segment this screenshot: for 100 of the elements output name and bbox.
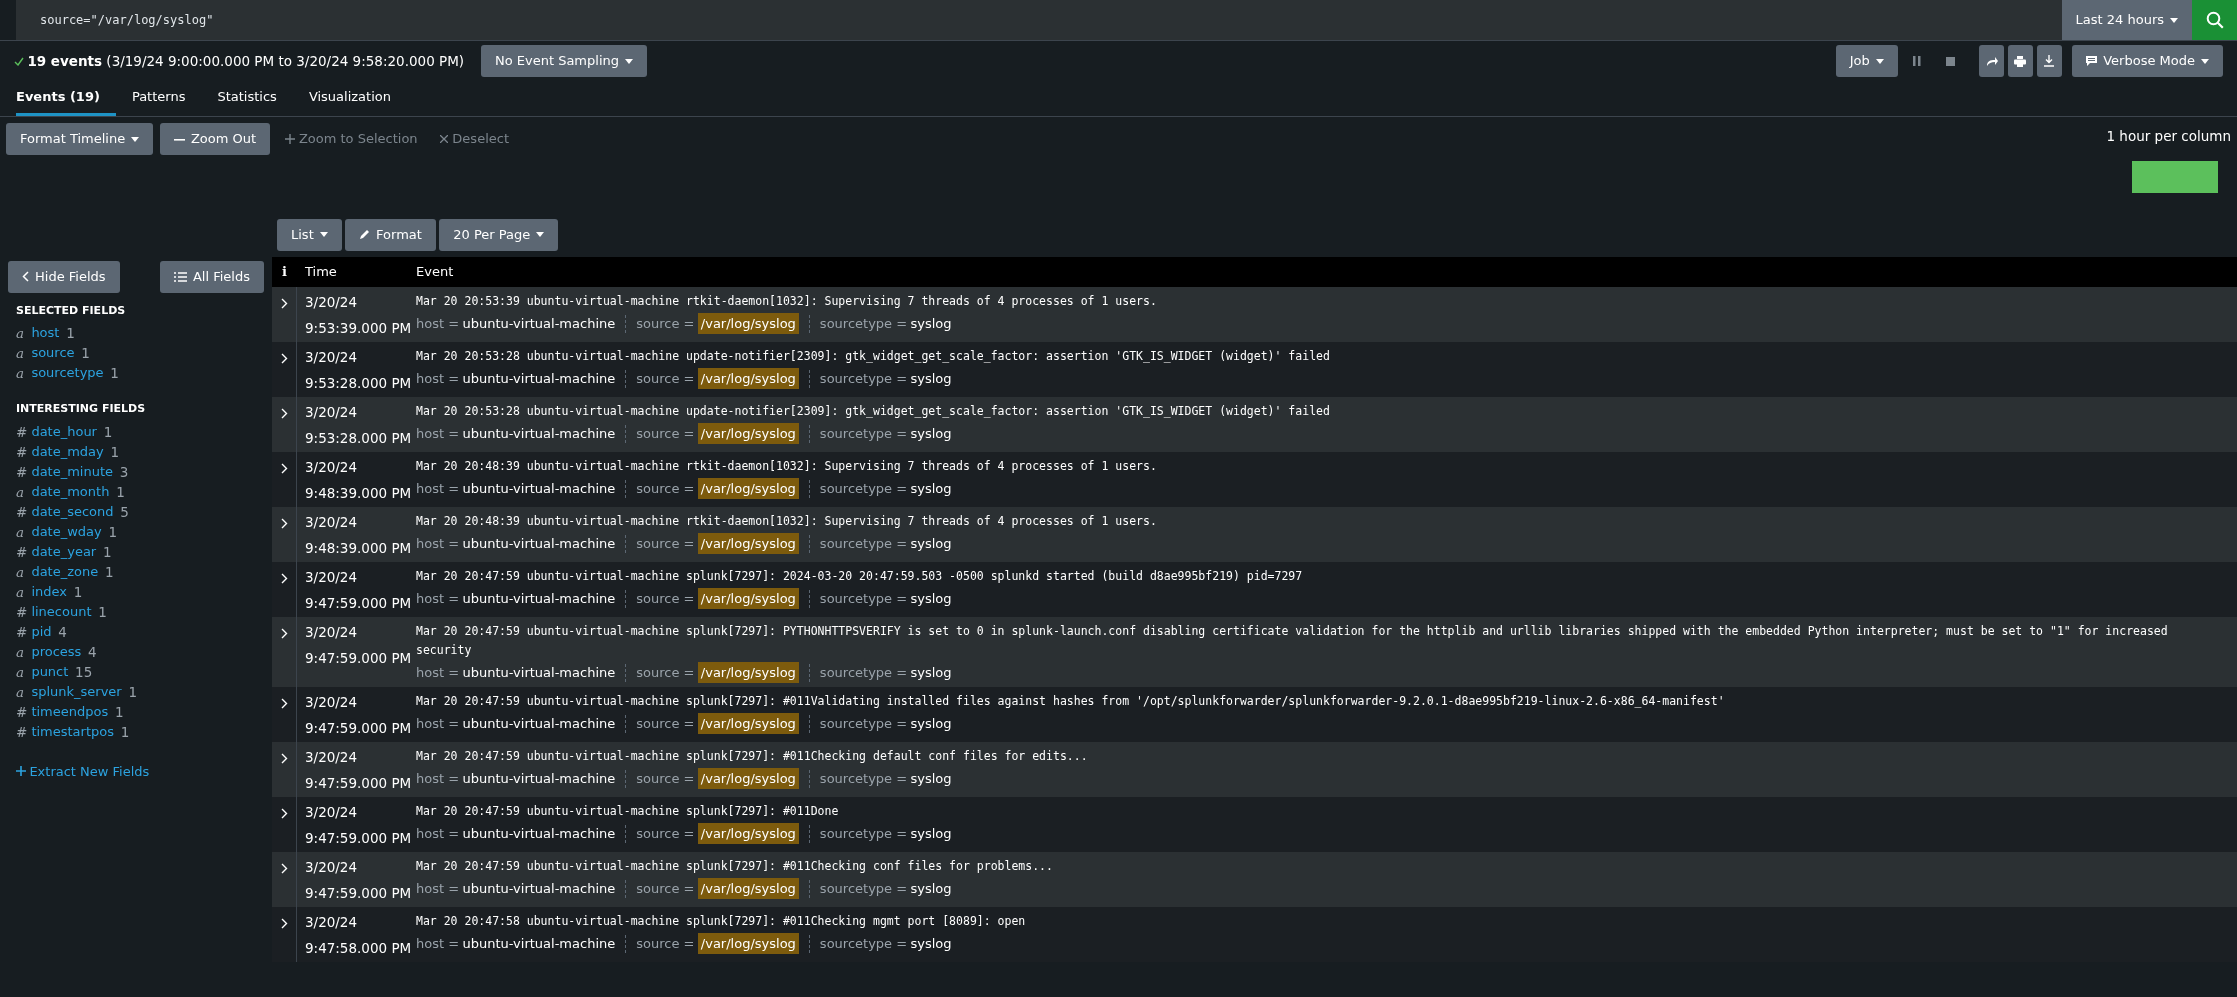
field-value[interactable]: syslog	[910, 533, 952, 554]
field-value[interactable]: syslog	[910, 933, 952, 954]
field-value[interactable]: syslog	[910, 713, 952, 734]
field-value[interactable]: ubuntu-virtual-machine	[462, 478, 616, 499]
field-count: 1	[104, 562, 114, 582]
field-link[interactable]: timestartpos	[31, 721, 114, 742]
field-value[interactable]: /var/log/syslog	[697, 712, 799, 735]
field-value[interactable]: /var/log/syslog	[697, 877, 799, 900]
field-value[interactable]: ubuntu-virtual-machine	[462, 368, 616, 389]
chevron-right-icon[interactable]	[280, 862, 288, 874]
field-value[interactable]: /var/log/syslog	[697, 587, 799, 610]
field-link[interactable]: linecount	[31, 601, 92, 622]
field-value[interactable]: ubuntu-virtual-machine	[462, 588, 616, 609]
print-button[interactable]	[2007, 45, 2034, 77]
tab[interactable]: Visualization	[292, 81, 407, 116]
search-button[interactable]	[2192, 0, 2237, 40]
field-key: sourcetype =	[819, 588, 908, 609]
chevron-right-icon[interactable]	[280, 407, 288, 419]
field-link[interactable]: source	[31, 343, 75, 364]
chevron-right-icon[interactable]	[280, 697, 288, 709]
field-link[interactable]: date_minute	[31, 461, 114, 482]
field-type-indicator: a	[16, 642, 26, 662]
field-key: host =	[416, 313, 460, 334]
field-value[interactable]: /var/log/syslog	[697, 477, 799, 500]
field-value[interactable]: ubuntu-virtual-machine	[462, 823, 616, 844]
field-value[interactable]: syslog	[910, 823, 952, 844]
field-value[interactable]: ubuntu-virtual-machine	[462, 878, 616, 899]
time-range-dropdown[interactable]: Last 24 hours	[2061, 0, 2192, 40]
field-value[interactable]: /var/log/syslog	[697, 367, 799, 390]
chevron-right-icon[interactable]	[280, 752, 288, 764]
event-sampling-dropdown[interactable]: No Event Sampling	[480, 45, 647, 77]
field-type-indicator: a	[16, 324, 26, 344]
field-link[interactable]: date_year	[31, 541, 97, 562]
field-value[interactable]: ubuntu-virtual-machine	[462, 533, 616, 554]
chevron-right-icon[interactable]	[280, 807, 288, 819]
stop-icon[interactable]	[1946, 56, 1956, 66]
hide-fields-button[interactable]: Hide Fields	[8, 260, 120, 293]
field-link[interactable]: splunk_server	[31, 681, 122, 702]
chevron-right-icon[interactable]	[280, 572, 288, 584]
field-value[interactable]: /var/log/syslog	[697, 932, 799, 955]
results-toolbar-button[interactable]: List	[277, 218, 342, 251]
search-mode-dropdown[interactable]: Verbose Mode	[2072, 45, 2223, 77]
results-toolbar-button[interactable]: Format	[345, 218, 436, 251]
field-value[interactable]: ubuntu-virtual-machine	[462, 423, 616, 444]
field-value[interactable]: /var/log/syslog	[697, 422, 799, 445]
field-link[interactable]: date_zone	[31, 561, 99, 582]
field-link[interactable]: date_wday	[31, 521, 102, 542]
field-value[interactable]: syslog	[910, 478, 952, 499]
field-value[interactable]: /var/log/syslog	[697, 532, 799, 555]
field-key: host =	[416, 933, 460, 954]
field-link[interactable]: pid	[31, 621, 52, 642]
field-value[interactable]: ubuntu-virtual-machine	[462, 768, 616, 789]
timeline-button[interactable]: Zoom Out	[159, 123, 271, 155]
field-value[interactable]: syslog	[910, 588, 952, 609]
search-field[interactable]: source="/var/log/syslog"	[16, 0, 2062, 40]
field-value[interactable]: syslog	[910, 878, 952, 899]
field-value[interactable]: /var/log/syslog	[697, 767, 799, 790]
field-value[interactable]: /var/log/syslog	[697, 822, 799, 845]
field-link[interactable]: date_mday	[31, 441, 104, 462]
field-link[interactable]: date_month	[31, 481, 110, 502]
pause-icon[interactable]	[1913, 56, 1922, 66]
tab[interactable]: Statistics	[201, 81, 293, 116]
field-link[interactable]: host	[31, 323, 60, 344]
event-date: 3/20/24	[305, 802, 359, 822]
timeline-button[interactable]: Format Timeline	[6, 123, 154, 155]
tab[interactable]: Events (19)	[16, 81, 116, 116]
field-link[interactable]: sourcetype	[31, 363, 104, 384]
field-value[interactable]: syslog	[910, 768, 952, 789]
field-value[interactable]: syslog	[910, 313, 952, 334]
field-value[interactable]: ubuntu-virtual-machine	[462, 662, 616, 683]
field-count: 1	[120, 722, 130, 742]
job-dropdown[interactable]: Job	[1835, 45, 1898, 77]
share-button[interactable]	[1978, 45, 2005, 77]
field-link[interactable]: process	[31, 641, 82, 662]
field-value[interactable]: syslog	[910, 423, 952, 444]
chevron-right-icon[interactable]	[280, 627, 288, 639]
field-value[interactable]: syslog	[910, 368, 952, 389]
field-value[interactable]: /var/log/syslog	[697, 661, 799, 684]
event-date: 3/20/24	[305, 347, 359, 367]
field-link[interactable]: date_second	[31, 501, 114, 522]
field-link[interactable]: date_hour	[31, 421, 97, 442]
all-fields-button[interactable]: All Fields	[159, 260, 264, 293]
field-value[interactable]: syslog	[910, 662, 952, 683]
extract-fields-link[interactable]: Extract New Fields	[16, 761, 150, 782]
field-value[interactable]: ubuntu-virtual-machine	[462, 713, 616, 734]
chevron-right-icon[interactable]	[280, 517, 288, 529]
field-value[interactable]: /var/log/syslog	[697, 312, 799, 335]
field-link[interactable]: index	[31, 581, 67, 602]
chevron-right-icon[interactable]	[280, 297, 288, 309]
tab[interactable]: Patterns	[115, 81, 202, 116]
field-value[interactable]: ubuntu-virtual-machine	[462, 933, 616, 954]
field-count: 1	[66, 324, 75, 344]
field-link[interactable]: timeendpos	[31, 701, 109, 722]
chevron-right-icon[interactable]	[280, 917, 288, 929]
results-toolbar-button[interactable]: 20 Per Page	[439, 218, 559, 251]
export-button[interactable]	[2036, 45, 2063, 77]
chevron-right-icon[interactable]	[280, 462, 288, 474]
field-value[interactable]: ubuntu-virtual-machine	[462, 313, 616, 334]
chevron-right-icon[interactable]	[280, 352, 288, 364]
field-link[interactable]: punct	[31, 661, 69, 682]
